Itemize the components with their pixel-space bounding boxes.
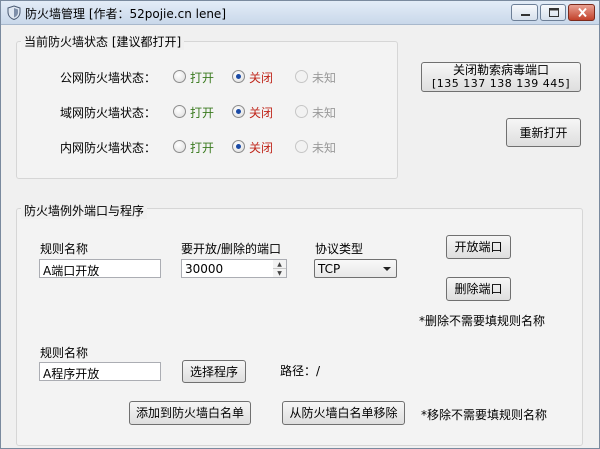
- port-input[interactable]: 30000: [181, 259, 274, 278]
- add-to-whitelist-button[interactable]: 添加到防火墙白名单: [129, 401, 251, 425]
- delete-port-note: *删除不需要填规则名称: [419, 314, 546, 328]
- protocol-label: 协议类型: [315, 242, 364, 256]
- shield-icon: [7, 5, 21, 21]
- private-off-radio[interactable]: [232, 140, 245, 153]
- close-button[interactable]: [568, 4, 595, 21]
- choose-program-button[interactable]: 选择程序: [182, 360, 246, 383]
- private-firewall-label: 内网防火墙状态：: [60, 141, 157, 155]
- program-path-label: 路径：/: [280, 364, 321, 378]
- domain-on-radio[interactable]: [173, 105, 186, 118]
- maximize-button[interactable]: [540, 4, 566, 21]
- title-bar: 防火墙管理 [作者：52pojie.cn lene]: [1, 1, 599, 25]
- port-spinner[interactable]: ▲ ▼: [273, 259, 287, 278]
- delete-port-button[interactable]: 删除端口: [446, 277, 511, 301]
- minimize-icon: [521, 14, 530, 16]
- public-firewall-label: 公网防火墙状态：: [60, 71, 157, 85]
- close-ransomware-ports-button[interactable]: 关闭勒索病毒端口 [135 137 138 139 445]: [421, 62, 581, 92]
- chevron-down-icon: [383, 267, 391, 271]
- reopen-button[interactable]: 重新打开: [506, 118, 581, 147]
- firewall-manager-window: 防火墙管理 [作者：52pojie.cn lene] 当前防火墙状态 [建议都打…: [0, 0, 600, 449]
- open-port-button[interactable]: 开放端口: [446, 235, 511, 259]
- remove-from-whitelist-button[interactable]: 从防火墙白名单移除: [282, 401, 405, 425]
- program-rule-name-label: 规则名称: [40, 346, 89, 360]
- close-ransomware-ports-line2: [135 137 138 139 445]: [431, 77, 571, 90]
- port-label: 要开放/删除的端口: [181, 242, 282, 256]
- domain-on-label[interactable]: 打开: [190, 104, 214, 121]
- domain-off-radio[interactable]: [232, 105, 245, 118]
- private-on-radio[interactable]: [173, 140, 186, 153]
- domain-unknown-label: 未知: [312, 106, 337, 120]
- domain-firewall-label: 域网防火墙状态：: [60, 106, 157, 120]
- private-off-label[interactable]: 关闭: [249, 139, 273, 156]
- close-icon: [578, 7, 587, 18]
- program-rule-name-input[interactable]: A程序开放: [39, 362, 161, 381]
- port-rule-name-label: 规则名称: [40, 242, 89, 256]
- public-unknown-radio: [295, 70, 308, 83]
- private-unknown-radio: [295, 140, 308, 153]
- window-title: 防火墙管理 [作者：52pojie.cn lene]: [25, 7, 226, 21]
- port-rule-name-input[interactable]: A端口开放: [39, 259, 161, 278]
- public-on-label[interactable]: 打开: [190, 69, 214, 86]
- spinner-up-icon[interactable]: ▲: [273, 260, 286, 269]
- public-off-radio[interactable]: [232, 70, 245, 83]
- protocol-select[interactable]: TCP: [314, 259, 397, 278]
- domain-unknown-radio: [295, 105, 308, 118]
- public-unknown-label: 未知: [312, 71, 337, 85]
- public-on-radio[interactable]: [173, 70, 186, 83]
- close-ransomware-ports-line1: 关闭勒索病毒端口: [452, 63, 549, 77]
- maximize-icon: [549, 8, 559, 17]
- public-off-label[interactable]: 关闭: [249, 69, 273, 86]
- spinner-down-icon[interactable]: ▼: [273, 269, 286, 278]
- minimize-button[interactable]: [511, 4, 538, 21]
- private-on-label[interactable]: 打开: [190, 139, 214, 156]
- domain-off-label[interactable]: 关闭: [249, 104, 273, 121]
- exceptions-group-label: 防火墙例外端口与程序: [21, 202, 148, 219]
- remove-whitelist-note: *移除不需要填规则名称: [421, 408, 548, 422]
- protocol-select-value: TCP: [318, 262, 341, 276]
- private-unknown-label: 未知: [312, 141, 337, 155]
- firewall-status-group-label: 当前防火墙状态 [建议都打开]: [21, 33, 185, 50]
